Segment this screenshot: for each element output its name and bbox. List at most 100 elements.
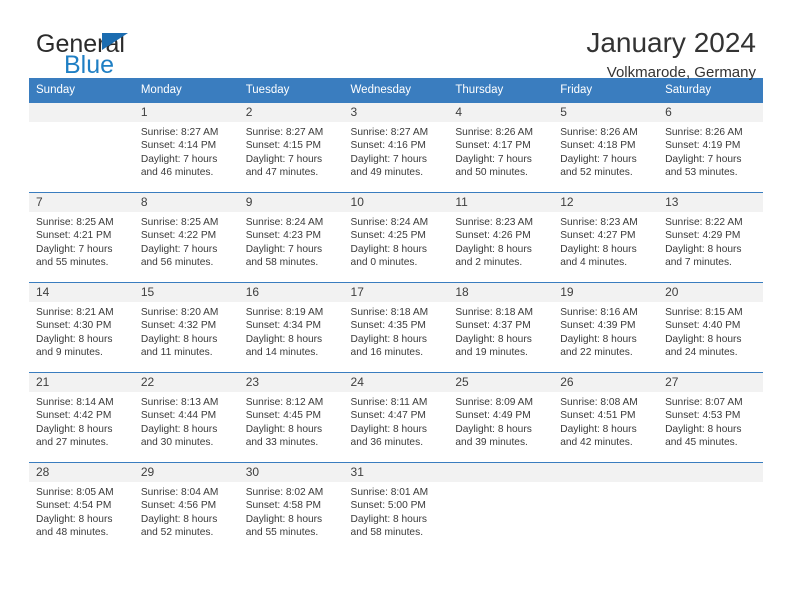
day-cell[interactable]: 27 Sunrise: 8:07 AM Sunset: 4:53 PM Dayl… — [658, 372, 763, 463]
day-cell[interactable]: 9 Sunrise: 8:24 AM Sunset: 4:23 PM Dayli… — [238, 192, 344, 283]
day-number — [29, 103, 134, 122]
day-cell[interactable]: 6 Sunrise: 8:26 AM Sunset: 4:19 PM Dayli… — [658, 102, 763, 193]
sunrise-text: Sunrise: 8:15 AM — [665, 307, 743, 318]
day-cell[interactable]: 3 Sunrise: 8:27 AM Sunset: 4:16 PM Dayli… — [343, 102, 449, 193]
sunset-text: Sunset: 4:22 PM — [140, 230, 217, 242]
day-details: Sunrise: 8:18 AM Sunset: 4:35 PM Dayligh… — [344, 302, 449, 359]
sunrise-text: Sunrise: 8:24 AM — [245, 217, 324, 228]
weekday-header-tuesday: Tuesday — [238, 78, 344, 103]
day-details: Sunrise: 8:08 AM Sunset: 4:51 PM Dayligh… — [553, 392, 658, 449]
day-cell[interactable]: 30 Sunrise: 8:02 AM Sunset: 4:58 PM Dayl… — [238, 462, 344, 553]
sunset-text: Sunset: 4:26 PM — [455, 230, 531, 242]
sunset-text: Sunset: 4:34 PM — [245, 320, 322, 332]
daylight-text-line1: Daylight: 8 hours — [140, 513, 218, 525]
daylight-text-line1: Daylight: 7 hours — [665, 153, 742, 165]
sunrise-text: Sunrise: 8:23 AM — [560, 217, 638, 228]
day-details: Sunrise: 8:27 AM Sunset: 4:16 PM Dayligh… — [344, 122, 449, 179]
day-cell[interactable]: 22 Sunrise: 8:13 AM Sunset: 4:44 PM Dayl… — [133, 372, 239, 463]
day-cell[interactable]: 1 Sunrise: 8:27 AM Sunset: 4:14 PM Dayli… — [133, 102, 239, 193]
day-cell[interactable]: 16 Sunrise: 8:19 AM Sunset: 4:34 PM Dayl… — [238, 282, 344, 373]
general-blue-logo[interactable]: General Blue — [36, 28, 226, 80]
daylight-text-line1: Daylight: 8 hours — [350, 243, 427, 255]
daylight-text-line2: and 36 minutes. — [350, 436, 424, 448]
day-number: 23 — [238, 373, 344, 392]
day-details: Sunrise: 8:19 AM Sunset: 4:34 PM Dayligh… — [239, 302, 344, 359]
day-details: Sunrise: 8:25 AM Sunset: 4:22 PM Dayligh… — [134, 212, 239, 269]
day-number: 14 — [29, 283, 134, 302]
daylight-text-line1: Daylight: 8 hours — [245, 423, 323, 435]
page-subtitle: Volkmarode, Germany — [606, 64, 756, 82]
day-cell[interactable]: 2 Sunrise: 8:27 AM Sunset: 4:15 PM Dayli… — [238, 102, 344, 193]
day-cell[interactable]: 28 Sunrise: 8:05 AM Sunset: 4:54 PM Dayl… — [29, 462, 134, 553]
day-number: 6 — [658, 103, 763, 122]
daylight-text-line1: Daylight: 8 hours — [245, 513, 323, 525]
sunset-text: Sunset: 4:17 PM — [455, 140, 531, 152]
day-cell[interactable]: 4 Sunrise: 8:26 AM Sunset: 4:17 PM Dayli… — [448, 102, 554, 193]
day-cell[interactable]: 25 Sunrise: 8:09 AM Sunset: 4:49 PM Dayl… — [448, 372, 554, 463]
daylight-text-line1: Daylight: 8 hours — [36, 423, 113, 435]
daylight-text-line1: Daylight: 7 hours — [455, 153, 532, 165]
sunrise-text: Sunrise: 8:11 AM — [350, 397, 428, 408]
day-cell[interactable]: 10 Sunrise: 8:24 AM Sunset: 4:25 PM Dayl… — [343, 192, 449, 283]
sunrise-text: Sunrise: 8:20 AM — [140, 307, 219, 318]
day-cell — [553, 462, 659, 553]
day-cell[interactable]: 24 Sunrise: 8:11 AM Sunset: 4:47 PM Dayl… — [343, 372, 449, 463]
day-cell[interactable]: 29 Sunrise: 8:04 AM Sunset: 4:56 PM Dayl… — [133, 462, 239, 553]
day-number: 10 — [343, 193, 449, 212]
daylight-text-line1: Daylight: 8 hours — [665, 243, 742, 255]
day-details: Sunrise: 8:09 AM Sunset: 4:49 PM Dayligh… — [448, 392, 553, 449]
day-number — [448, 463, 554, 482]
day-details: Sunrise: 8:23 AM Sunset: 4:27 PM Dayligh… — [553, 212, 658, 269]
day-cell[interactable]: 12 Sunrise: 8:23 AM Sunset: 4:27 PM Dayl… — [553, 192, 659, 283]
day-number: 12 — [553, 193, 659, 212]
day-number: 7 — [29, 193, 134, 212]
day-details: Sunrise: 8:23 AM Sunset: 4:26 PM Dayligh… — [448, 212, 553, 269]
daylight-text-line1: Daylight: 7 hours — [36, 243, 113, 255]
daylight-text-line1: Daylight: 8 hours — [560, 243, 637, 255]
sunset-text: Sunset: 5:00 PM — [350, 500, 426, 512]
day-details: Sunrise: 8:21 AM Sunset: 4:30 PM Dayligh… — [29, 302, 134, 359]
day-cell[interactable]: 19 Sunrise: 8:16 AM Sunset: 4:39 PM Dayl… — [553, 282, 659, 373]
day-cell[interactable]: 13 Sunrise: 8:22 AM Sunset: 4:29 PM Dayl… — [658, 192, 763, 283]
daylight-text-line2: and 24 minutes. — [665, 346, 738, 358]
day-cell[interactable]: 23 Sunrise: 8:12 AM Sunset: 4:45 PM Dayl… — [238, 372, 344, 463]
day-cell[interactable]: 15 Sunrise: 8:20 AM Sunset: 4:32 PM Dayl… — [133, 282, 239, 373]
day-details: Sunrise: 8:27 AM Sunset: 4:15 PM Dayligh… — [239, 122, 344, 179]
sunrise-text: Sunrise: 8:23 AM — [455, 217, 533, 228]
daylight-text-line1: Daylight: 8 hours — [455, 243, 532, 255]
sunrise-text: Sunrise: 8:05 AM — [36, 487, 114, 498]
sunrise-text: Sunrise: 8:04 AM — [140, 487, 219, 498]
day-cell[interactable]: 8 Sunrise: 8:25 AM Sunset: 4:22 PM Dayli… — [133, 192, 239, 283]
daylight-text-line1: Daylight: 8 hours — [36, 513, 113, 525]
day-cell[interactable]: 26 Sunrise: 8:08 AM Sunset: 4:51 PM Dayl… — [553, 372, 659, 463]
day-cell[interactable]: 7 Sunrise: 8:25 AM Sunset: 4:21 PM Dayli… — [29, 192, 134, 283]
sunrise-text: Sunrise: 8:08 AM — [560, 397, 638, 408]
calendar-week-row: 21 Sunrise: 8:14 AM Sunset: 4:42 PM Dayl… — [29, 372, 763, 463]
day-cell[interactable]: 31 Sunrise: 8:01 AM Sunset: 5:00 PM Dayl… — [343, 462, 449, 553]
day-cell[interactable]: 5 Sunrise: 8:26 AM Sunset: 4:18 PM Dayli… — [553, 102, 659, 193]
sunset-text: Sunset: 4:39 PM — [560, 320, 636, 332]
sunset-text: Sunset: 4:53 PM — [665, 410, 741, 422]
day-cell[interactable]: 20 Sunrise: 8:15 AM Sunset: 4:40 PM Dayl… — [658, 282, 763, 373]
daylight-text-line2: and 33 minutes. — [245, 436, 319, 448]
daylight-text-line2: and 27 minutes. — [36, 436, 109, 448]
sunrise-text: Sunrise: 8:24 AM — [350, 217, 429, 228]
daylight-text-line1: Daylight: 7 hours — [245, 153, 323, 165]
calendar-week-row: 1 Sunrise: 8:27 AM Sunset: 4:14 PM Dayli… — [29, 102, 763, 193]
day-details: Sunrise: 8:26 AM Sunset: 4:17 PM Dayligh… — [448, 122, 553, 179]
day-cell[interactable]: 11 Sunrise: 8:23 AM Sunset: 4:26 PM Dayl… — [448, 192, 554, 283]
day-number: 8 — [133, 193, 239, 212]
daylight-text-line2: and 49 minutes. — [350, 166, 424, 178]
day-cell[interactable]: 17 Sunrise: 8:18 AM Sunset: 4:35 PM Dayl… — [343, 282, 449, 373]
calendar-week-row: 7 Sunrise: 8:25 AM Sunset: 4:21 PM Dayli… — [29, 192, 763, 283]
calendar-page: General Blue January 2024 Volkmarode, Ge… — [0, 0, 792, 612]
day-cell[interactable]: 14 Sunrise: 8:21 AM Sunset: 4:30 PM Dayl… — [29, 282, 134, 373]
day-cell — [658, 462, 763, 553]
sunrise-text: Sunrise: 8:26 AM — [560, 127, 638, 138]
sunrise-text: Sunrise: 8:22 AM — [665, 217, 743, 228]
day-cell[interactable]: 21 Sunrise: 8:14 AM Sunset: 4:42 PM Dayl… — [29, 372, 134, 463]
day-cell[interactable]: 18 Sunrise: 8:18 AM Sunset: 4:37 PM Dayl… — [448, 282, 554, 373]
daylight-text-line1: Daylight: 8 hours — [36, 333, 113, 345]
sunrise-text: Sunrise: 8:18 AM — [350, 307, 429, 318]
sunrise-text: Sunrise: 8:25 AM — [140, 217, 219, 228]
